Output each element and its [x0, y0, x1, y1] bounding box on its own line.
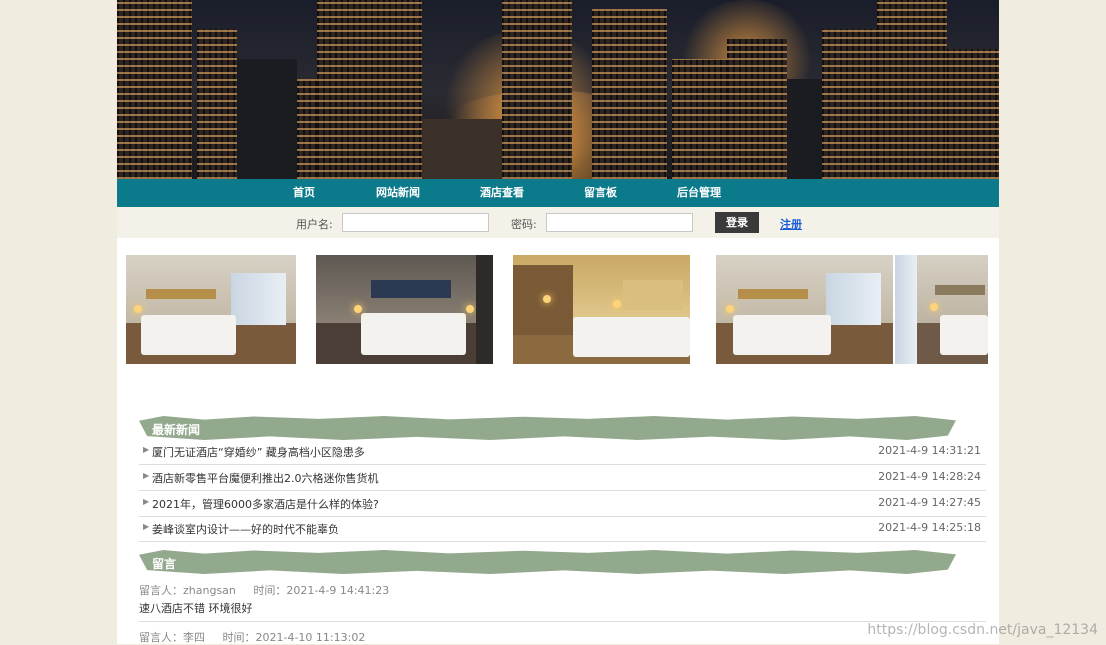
news-title-link[interactable]: 2021年，管理6000多家酒店是什么样的体验? — [152, 496, 379, 512]
message-author: 留言人：李四 — [139, 631, 205, 644]
login-bar: 用户名: 密码: 登录 注册 — [117, 207, 999, 238]
message-author: 留言人：zhangsan — [139, 584, 236, 597]
news-row: ▶ 2021年，管理6000多家酒店是什么样的体验? 2021-4-9 14:2… — [139, 491, 986, 517]
hotel-room-photo[interactable] — [895, 255, 988, 364]
watermark-text: https://blog.csdn.net/java_12134 — [867, 622, 1098, 638]
news-row: ▶ 厦门无证酒店“穿婚纱” 藏身高档小区隐患多 2021-4-9 14:31:2… — [139, 439, 986, 465]
news-date: 2021-4-9 14:27:45 — [878, 496, 981, 509]
hotel-room-photo[interactable] — [716, 255, 893, 364]
hotel-room-photo[interactable] — [126, 255, 296, 364]
messages-section-title: 留言 — [152, 557, 177, 571]
nav-item-admin[interactable]: 后台管理 — [677, 179, 721, 207]
bullet-arrow-icon: ▶ — [143, 522, 150, 531]
news-title-link[interactable]: 酒店新零售平台魔便利推出2.0六格迷你售货机 — [152, 470, 379, 486]
news-section-title: 最新新闻 — [152, 423, 201, 437]
messages-section-header — [139, 550, 956, 574]
news-row: ▶ 姜峰谈室内设计——好的时代不能辜负 2021-4-9 14:25:18 — [139, 516, 986, 542]
message-time: 时间：2021-4-10 11:13:02 — [222, 631, 366, 644]
nav-item-hotels[interactable]: 酒店查看 — [480, 179, 524, 207]
username-label: 用户名: — [296, 218, 333, 231]
message-meta: 留言人：zhangsan 时间：2021-4-9 14:41:23 — [139, 582, 403, 598]
bullet-arrow-icon: ▶ — [143, 445, 150, 454]
message-time: 时间：2021-4-9 14:41:23 — [253, 584, 390, 597]
password-label: 密码: — [511, 218, 537, 231]
nav-item-guestbook[interactable]: 留言板 — [584, 179, 617, 207]
username-input[interactable] — [342, 213, 489, 232]
password-input[interactable] — [546, 213, 693, 232]
city-night-banner — [117, 0, 999, 179]
message-divider — [139, 621, 986, 622]
news-row: ▶ 酒店新零售平台魔便利推出2.0六格迷你售货机 2021-4-9 14:28:… — [139, 465, 986, 491]
main-nav: 首页 网站新闻 酒店查看 留言板 后台管理 — [117, 179, 999, 207]
bullet-arrow-icon: ▶ — [143, 471, 150, 480]
news-date: 2021-4-9 14:31:21 — [878, 444, 981, 457]
message-meta: 留言人：李四 时间：2021-4-10 11:13:02 — [139, 629, 379, 645]
news-title-link[interactable]: 姜峰谈室内设计——好的时代不能辜负 — [152, 521, 339, 537]
message-content: 速八酒店不错 环境很好 — [139, 602, 253, 615]
hotel-room-photo[interactable] — [316, 255, 493, 364]
news-date: 2021-4-9 14:28:24 — [878, 470, 981, 483]
hotel-room-photo[interactable] — [513, 255, 690, 364]
news-date: 2021-4-9 14:25:18 — [878, 521, 981, 534]
nav-item-home[interactable]: 首页 — [293, 179, 315, 207]
page-container: 首页 网站新闻 酒店查看 留言板 后台管理 用户名: 密码: 登录 注册 最新新… — [117, 0, 999, 644]
register-link[interactable]: 注册 — [780, 216, 802, 232]
news-section-header — [139, 416, 956, 440]
nav-item-news[interactable]: 网站新闻 — [376, 179, 420, 207]
login-button[interactable]: 登录 — [715, 212, 759, 233]
bullet-arrow-icon: ▶ — [143, 497, 150, 506]
news-title-link[interactable]: 厦门无证酒店“穿婚纱” 藏身高档小区隐患多 — [152, 444, 365, 460]
